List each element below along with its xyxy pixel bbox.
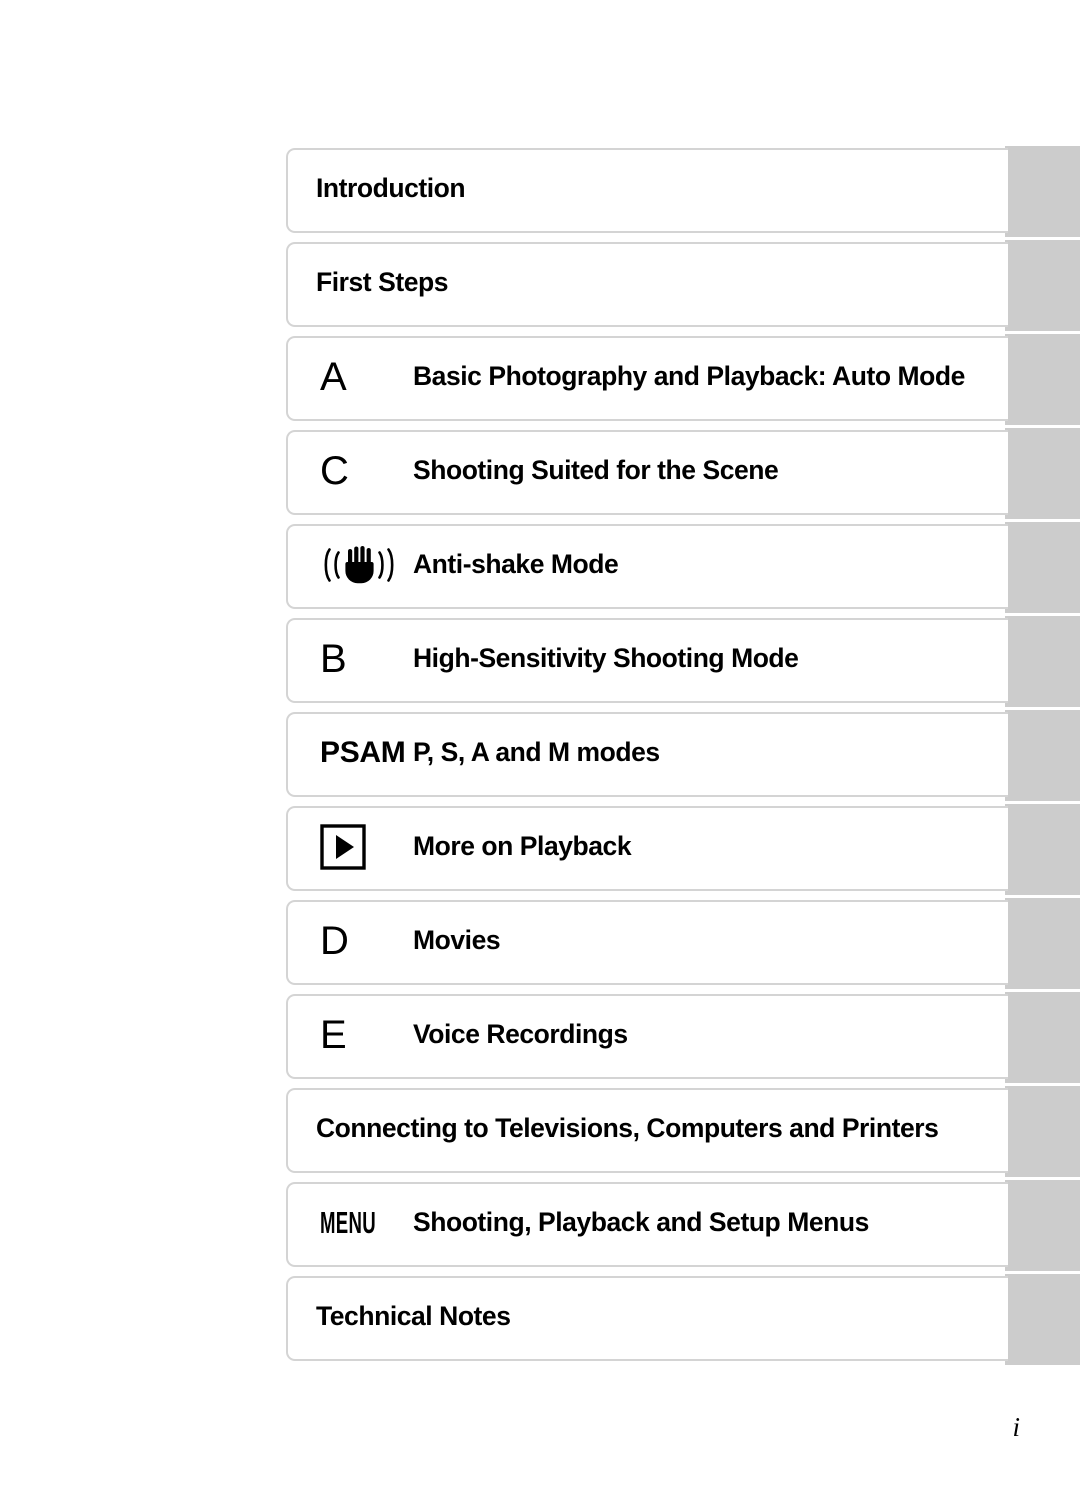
chapter-symbol-slot: MENU: [316, 1207, 413, 1238]
mode-letter-icon: A: [320, 354, 347, 399]
chapter-card[interactable]: A Basic Photography and Playback: Auto Mo…: [286, 336, 1008, 421]
chapter-card-inner: Technical Notes: [288, 1300, 1008, 1331]
chapter-card-inner: Introduction: [288, 172, 1008, 203]
chapter-row[interactable]: First Steps: [286, 240, 1080, 331]
chapter-card-inner: E Voice Recordings: [288, 1015, 1008, 1055]
chapter-title: Anti-shake Mode: [413, 548, 619, 579]
chapter-row[interactable]: Technical Notes: [286, 1274, 1080, 1365]
chapter-row[interactable]: Introduction: [286, 146, 1080, 237]
chapter-title: Voice Recordings: [413, 1018, 628, 1049]
mode-letter-icon: E: [320, 1012, 347, 1057]
chapter-card-inner: PSAM P, S, A and M modes: [288, 735, 1008, 769]
chapter-row[interactable]: E Voice Recordings: [286, 992, 1080, 1083]
chapter-title: First Steps: [316, 266, 449, 297]
chapter-title: Basic Photography and Playback: Auto Mod…: [413, 360, 965, 391]
chapter-card-inner: A Basic Photography and Playback: Auto Mo…: [288, 357, 1008, 397]
chapter-card[interactable]: Technical Notes: [286, 1276, 1008, 1361]
chapter-row[interactable]: More on Playback: [286, 804, 1080, 895]
chapter-card-inner: More on Playback: [288, 823, 1008, 870]
chapter-tab-block: [1005, 1086, 1080, 1177]
chapter-card[interactable]: D Movies: [286, 900, 1008, 985]
chapter-title: Shooting, Playback and Setup Menus: [413, 1206, 869, 1237]
chapter-tab-block: [1005, 992, 1080, 1083]
chapter-tab-block: [1005, 334, 1080, 425]
chapter-symbol-slot: [316, 542, 413, 588]
chapter-card-inner: D Movies: [288, 921, 1008, 961]
chapter-title: Shooting Suited for the Scene: [413, 454, 779, 485]
chapter-tab-block: [1005, 898, 1080, 989]
chapter-title: Technical Notes: [316, 1300, 511, 1331]
chapter-tab-block: [1005, 240, 1080, 331]
chapter-card[interactable]: Anti-shake Mode: [286, 524, 1008, 609]
chapter-card-inner: First Steps: [288, 266, 1008, 297]
psam-modes-icon: PSAM: [320, 735, 406, 769]
chapter-tab-block: [1005, 146, 1080, 237]
chapter-card[interactable]: MENU Shooting, Playback and Setup Menus: [286, 1182, 1008, 1267]
chapter-title: Introduction: [316, 172, 466, 203]
mode-letter-icon: D: [320, 918, 349, 963]
chapter-symbol-slot: A: [316, 357, 413, 397]
chapter-row[interactable]: B High-Sensitivity Shooting Mode: [286, 616, 1080, 707]
chapter-card-inner: MENU Shooting, Playback and Setup Menus: [288, 1207, 1008, 1238]
chapter-card[interactable]: Connecting to Televisions, Computers and…: [286, 1088, 1008, 1173]
chapter-title: More on Playback: [413, 830, 632, 861]
chapter-tab-block: [1005, 1274, 1080, 1365]
chapter-card-inner: C Shooting Suited for the Scene: [288, 451, 1008, 491]
chapter-row[interactable]: PSAM P, S, A and M modes: [286, 710, 1080, 801]
chapter-symbol-slot: C: [316, 451, 413, 491]
chapter-symbol-slot: PSAM: [316, 735, 413, 769]
chapter-tab-block: [1005, 710, 1080, 801]
chapter-tab-block: [1005, 428, 1080, 519]
chapter-card-inner: Anti-shake Mode: [288, 542, 1008, 588]
chapter-title: Connecting to Televisions, Computers and…: [316, 1112, 939, 1143]
chapter-tab-block: [1005, 522, 1080, 613]
chapter-card[interactable]: B High-Sensitivity Shooting Mode: [286, 618, 1008, 703]
chapter-card-inner: B High-Sensitivity Shooting Mode: [288, 639, 1008, 679]
chapter-symbol-slot: E: [316, 1015, 413, 1055]
chapter-row[interactable]: D Movies: [286, 898, 1080, 989]
playback-icon: [320, 823, 366, 870]
chapter-index-list: Introduction First Steps A Basic Photograph…: [286, 146, 1080, 1365]
chapter-symbol-slot: D: [316, 921, 413, 961]
manual-chapter-index-page: Introduction First Steps A Basic Photograph…: [0, 0, 1080, 1486]
chapter-row[interactable]: Anti-shake Mode: [286, 522, 1080, 613]
mode-letter-icon: B: [320, 636, 347, 681]
mode-letter-icon: C: [320, 448, 349, 493]
chapter-card[interactable]: First Steps: [286, 242, 1008, 327]
chapter-symbol-slot: B: [316, 639, 413, 679]
chapter-row[interactable]: C Shooting Suited for the Scene: [286, 428, 1080, 519]
anti-shake-icon: [320, 542, 398, 588]
chapter-card[interactable]: C Shooting Suited for the Scene: [286, 430, 1008, 515]
chapter-card[interactable]: PSAM P, S, A and M modes: [286, 712, 1008, 797]
chapter-tab-block: [1005, 1180, 1080, 1271]
menu-button-icon: MENU: [320, 1205, 376, 1240]
chapter-card[interactable]: E Voice Recordings: [286, 994, 1008, 1079]
chapter-title: Movies: [413, 924, 501, 955]
chapter-card[interactable]: Introduction: [286, 148, 1008, 233]
chapter-symbol-slot: [316, 823, 413, 870]
chapter-title: P, S, A and M modes: [413, 736, 660, 767]
chapter-card-inner: Connecting to Televisions, Computers and…: [288, 1112, 1008, 1143]
chapter-tab-block: [1005, 616, 1080, 707]
chapter-row[interactable]: MENU Shooting, Playback and Setup Menus: [286, 1180, 1080, 1271]
chapter-row[interactable]: Connecting to Televisions, Computers and…: [286, 1086, 1080, 1177]
chapter-tab-block: [1005, 804, 1080, 895]
page-number: i: [1012, 1412, 1020, 1442]
chapter-row[interactable]: A Basic Photography and Playback: Auto Mo…: [286, 334, 1080, 425]
chapter-card[interactable]: More on Playback: [286, 806, 1008, 891]
chapter-title: High-Sensitivity Shooting Mode: [413, 642, 799, 673]
